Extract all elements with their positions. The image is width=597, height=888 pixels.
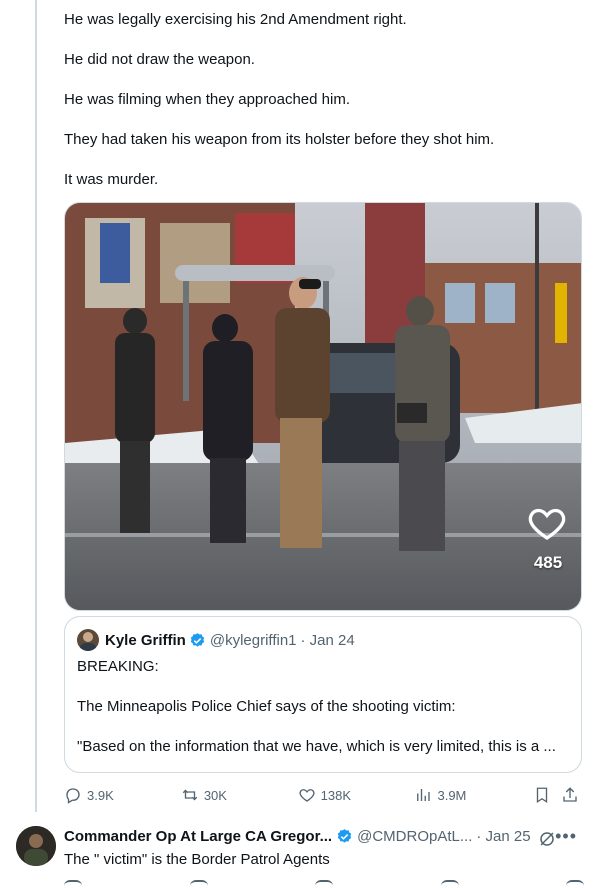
- quoted-post[interactable]: Kyle Griffin @kylegriffin1 · Jan 24 BREA…: [64, 616, 582, 773]
- quoted-line: "Based on the information that we have, …: [77, 738, 556, 755]
- avatar[interactable]: [16, 826, 56, 866]
- reply-icon[interactable]: [64, 880, 82, 888]
- post-line: He was legally exercising his 2nd Amendm…: [64, 11, 407, 28]
- quoted-post-body: BREAKING: The Minneapolis Police Chief s…: [77, 657, 569, 757]
- share-button[interactable]: [561, 786, 584, 804]
- more-icon[interactable]: •••: [555, 826, 577, 847]
- video-like-count: 485: [533, 553, 563, 572]
- quoted-line: BREAKING:: [77, 658, 159, 675]
- repost-button[interactable]: 30K: [181, 786, 298, 804]
- post-line: It was murder.: [64, 171, 159, 188]
- reply-author-handle[interactable]: @CMDROpAtL...: [357, 828, 472, 845]
- reply-count: 3.9K: [87, 787, 114, 803]
- thread-connector-line: [35, 0, 37, 812]
- views-button[interactable]: 3.9M: [414, 786, 533, 804]
- post-line: He did not draw the weapon.: [64, 51, 255, 68]
- like-button[interactable]: 138K: [298, 786, 415, 804]
- verified-badge-icon: [337, 829, 352, 843]
- video-frame: [65, 203, 581, 610]
- quoted-author-handle[interactable]: @kylegriffin1: [210, 632, 297, 649]
- reply-actions-partial: [64, 880, 584, 888]
- grok-icon[interactable]: [538, 830, 556, 848]
- post-actions: 3.9K 30K 138K 3.9M: [64, 784, 584, 806]
- quoted-post-header: Kyle Griffin @kylegriffin1 · Jan 24: [77, 629, 569, 651]
- reply-button[interactable]: 3.9K: [64, 786, 181, 804]
- share-icon: [563, 787, 577, 802]
- quoted-author-name[interactable]: Kyle Griffin: [105, 632, 186, 649]
- video-heart-icon[interactable]: [527, 503, 567, 543]
- reply-text: The " victim" is the Border Patrol Agent…: [64, 851, 330, 868]
- verified-badge-icon: [190, 632, 205, 647]
- views-icon: [417, 789, 431, 801]
- repost-count: 30K: [203, 787, 227, 803]
- like-icon: [299, 789, 315, 802]
- repost-icon[interactable]: [189, 880, 208, 888]
- avatar[interactable]: [77, 629, 99, 651]
- post-line: They had taken his weapon from its holst…: [64, 131, 495, 148]
- bookmark-icon: [537, 787, 548, 804]
- quoted-line: The Minneapolis Police Chief says of the…: [77, 698, 456, 715]
- repost-icon: [182, 789, 198, 801]
- reply-date[interactable]: · Jan 25: [476, 828, 530, 845]
- like-icon[interactable]: [315, 880, 333, 888]
- views-icon[interactable]: [440, 880, 459, 888]
- quoted-post-date[interactable]: · Jan 24: [301, 632, 355, 649]
- post-line: He was filming when they approached him.: [64, 91, 350, 108]
- views-count: 3.9M: [437, 787, 467, 803]
- bookmark-button[interactable]: [533, 786, 561, 804]
- reply-author-name[interactable]: Commander Op At Large CA Gregor...: [64, 828, 332, 845]
- embedded-video[interactable]: 485: [64, 202, 582, 611]
- reply-icon: [66, 788, 80, 804]
- reply-header: Commander Op At Large CA Gregor... @CMDR…: [64, 828, 594, 845]
- post-text: He was legally exercising his 2nd Amendm…: [64, 10, 584, 210]
- bookmark-icon[interactable]: [566, 880, 584, 888]
- like-count: 138K: [320, 787, 352, 803]
